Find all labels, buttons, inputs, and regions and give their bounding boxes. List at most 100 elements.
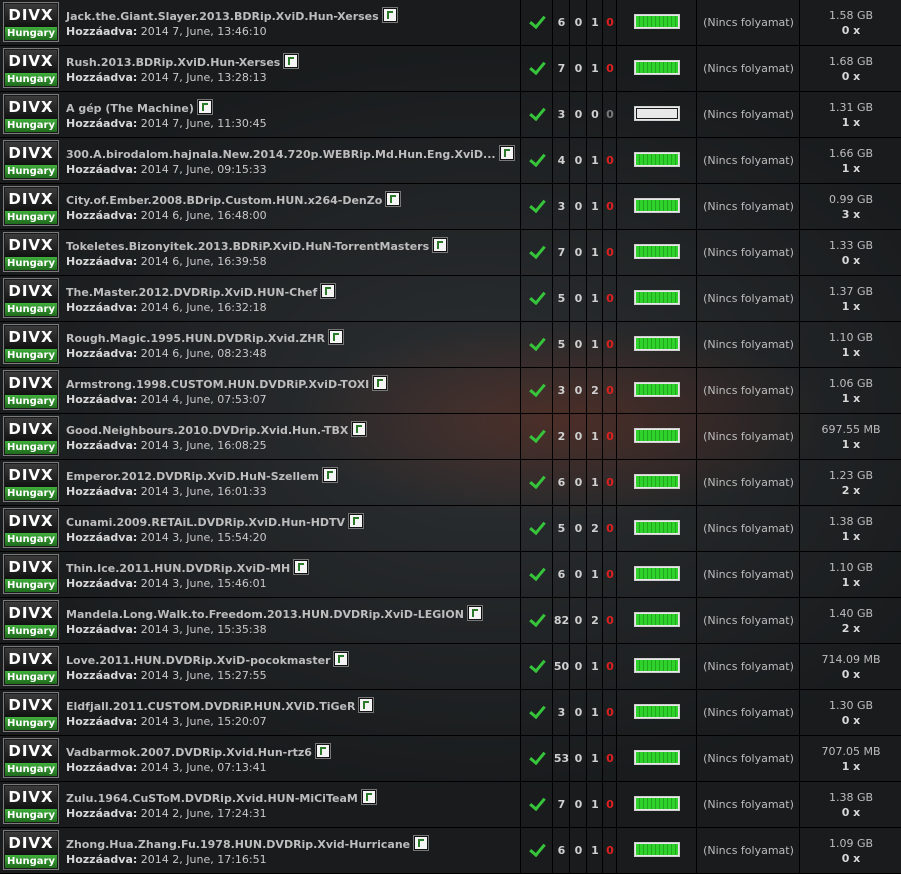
seeders-count[interactable]: 7 [553, 62, 570, 75]
nfo-icon[interactable] [321, 467, 338, 483]
seeders-count[interactable]: 82 [553, 614, 570, 627]
torrent-title-link[interactable]: City.of.Ember.2008.BDrip.Custom.HUN.x264… [66, 194, 382, 207]
nfo-icon[interactable] [333, 651, 350, 667]
completed-count[interactable]: 1 [587, 568, 603, 581]
nfo-icon[interactable] [293, 559, 310, 575]
category-divx-hungary-icon[interactable]: DIVX Hungary [3, 600, 59, 640]
completed-count[interactable]: 1 [587, 476, 603, 489]
completed-count[interactable]: 0 [587, 108, 603, 121]
torrent-title-link[interactable]: Jack.the.Giant.Slayer.2013.BDRip.XviD.Hu… [66, 10, 379, 23]
category-divx-hungary-icon[interactable]: DIVX Hungary [3, 416, 59, 456]
category-divx-hungary-icon[interactable]: DIVX Hungary [3, 370, 59, 410]
seeders-count[interactable]: 6 [553, 16, 570, 29]
category-divx-hungary-icon[interactable]: DIVX Hungary [3, 324, 59, 364]
seeders-count[interactable]: 6 [553, 568, 570, 581]
seeders-count[interactable]: 4 [553, 154, 570, 167]
category-divx-hungary-icon[interactable]: DIVX Hungary [3, 554, 59, 594]
completed-count[interactable]: 2 [587, 522, 603, 535]
torrent-title-link[interactable]: 300.A.birodalom.hajnala.New.2014.720p.WE… [66, 148, 496, 161]
nfo-icon[interactable] [385, 191, 402, 207]
seeders-count[interactable]: 2 [553, 430, 570, 443]
seeders-count[interactable]: 5 [553, 522, 570, 535]
completed-count[interactable]: 1 [587, 246, 603, 259]
nfo-icon[interactable] [314, 743, 331, 759]
nfo-icon[interactable] [351, 421, 368, 437]
torrent-title-link[interactable]: Love.2011.HUN.DVDRip.XviD-pocokmaster [66, 654, 330, 667]
leechers-count[interactable]: 0 [570, 614, 587, 627]
completed-count[interactable]: 1 [587, 62, 603, 75]
category-divx-hungary-icon[interactable]: DIVX Hungary [3, 784, 59, 824]
category-divx-hungary-icon[interactable]: DIVX Hungary [3, 462, 59, 502]
torrent-title-link[interactable]: Zhong.Hua.Zhang.Fu.1978.HUN.DVDRip.Xvid-… [66, 838, 410, 851]
completed-count[interactable]: 1 [587, 16, 603, 29]
nfo-icon[interactable] [498, 145, 515, 161]
nfo-icon[interactable] [466, 605, 483, 621]
seeders-count[interactable]: 7 [553, 246, 570, 259]
torrent-title-link[interactable]: Eldfjall.2011.CUSTOM.DVDRiP.HUN.XViD.TiG… [66, 700, 355, 713]
category-divx-hungary-icon[interactable]: DIVX Hungary [3, 48, 59, 88]
category-divx-hungary-icon[interactable]: DIVX Hungary [3, 508, 59, 548]
seeders-count[interactable]: 3 [553, 706, 570, 719]
torrent-title-link[interactable]: Cunami.2009.RETAiL.DVDRip.XviD.Hun-HDTV [66, 516, 345, 529]
nfo-icon[interactable] [432, 237, 449, 253]
seeders-count[interactable]: 53 [553, 752, 570, 765]
category-divx-hungary-icon[interactable]: DIVX Hungary [3, 830, 59, 870]
category-divx-hungary-icon[interactable]: DIVX Hungary [3, 186, 59, 226]
seeders-count[interactable]: 7 [553, 798, 570, 811]
leechers-count[interactable]: 0 [570, 430, 587, 443]
torrent-title-link[interactable]: Rush.2013.BDRip.XviD.Hun-Xerses [66, 56, 280, 69]
torrent-title-link[interactable]: Thin.Ice.2011.HUN.DVDRip.XviD-MH [66, 562, 290, 575]
seeders-count[interactable]: 5 [553, 292, 570, 305]
seeders-count[interactable]: 6 [553, 476, 570, 489]
leechers-count[interactable]: 0 [570, 798, 587, 811]
nfo-icon[interactable] [358, 697, 375, 713]
category-divx-hungary-icon[interactable]: DIVX Hungary [3, 232, 59, 272]
leechers-count[interactable]: 0 [570, 844, 587, 857]
completed-count[interactable]: 1 [587, 338, 603, 351]
leechers-count[interactable]: 0 [570, 568, 587, 581]
leechers-count[interactable]: 0 [570, 338, 587, 351]
torrent-title-link[interactable]: Good.Neighbours.2010.DVDrip.Xvid.Hun.-TB… [66, 424, 348, 437]
leechers-count[interactable]: 0 [570, 752, 587, 765]
leechers-count[interactable]: 0 [570, 660, 587, 673]
category-divx-hungary-icon[interactable]: DIVX Hungary [3, 2, 59, 42]
seeders-count[interactable]: 5 [553, 338, 570, 351]
torrent-title-link[interactable]: Tokeletes.Bizonyitek.2013.BDRiP.XviD.HuN… [66, 240, 429, 253]
leechers-count[interactable]: 0 [570, 706, 587, 719]
leechers-count[interactable]: 0 [570, 246, 587, 259]
nfo-icon[interactable] [381, 7, 398, 23]
nfo-icon[interactable] [348, 513, 365, 529]
category-divx-hungary-icon[interactable]: DIVX Hungary [3, 692, 59, 732]
nfo-icon[interactable] [413, 835, 430, 851]
completed-count[interactable]: 2 [587, 384, 603, 397]
nfo-icon[interactable] [372, 375, 389, 391]
completed-count[interactable]: 2 [587, 614, 603, 627]
torrent-title-link[interactable]: Emperor.2012.DVDRip.XviD.HuN-Szellem [66, 470, 319, 483]
completed-count[interactable]: 1 [587, 430, 603, 443]
completed-count[interactable]: 1 [587, 706, 603, 719]
leechers-count[interactable]: 0 [570, 384, 587, 397]
leechers-count[interactable]: 0 [570, 522, 587, 535]
leechers-count[interactable]: 0 [570, 16, 587, 29]
leechers-count[interactable]: 0 [570, 154, 587, 167]
completed-count[interactable]: 1 [587, 660, 603, 673]
torrent-title-link[interactable]: Mandela.Long.Walk.to.Freedom.2013.HUN.DV… [66, 608, 464, 621]
category-divx-hungary-icon[interactable]: DIVX Hungary [3, 140, 59, 180]
completed-count[interactable]: 1 [587, 798, 603, 811]
nfo-icon[interactable] [360, 789, 377, 805]
completed-count[interactable]: 1 [587, 292, 603, 305]
completed-count[interactable]: 1 [587, 844, 603, 857]
seeders-count[interactable]: 6 [553, 844, 570, 857]
torrent-title-link[interactable]: Vadbarmok.2007.DVDRip.Xvid.Hun-rtz6 [66, 746, 312, 759]
category-divx-hungary-icon[interactable]: DIVX Hungary [3, 94, 59, 134]
nfo-icon[interactable] [320, 283, 337, 299]
leechers-count[interactable]: 0 [570, 292, 587, 305]
torrent-title-link[interactable]: The.Master.2012.DVDRip.XviD.HUN-Chef [66, 286, 317, 299]
torrent-title-link[interactable]: Rough.Magic.1995.HUN.DVDRip.Xvid.ZHR [66, 332, 325, 345]
seeders-count[interactable]: 50 [553, 660, 570, 673]
leechers-count[interactable]: 0 [570, 476, 587, 489]
completed-count[interactable]: 1 [587, 200, 603, 213]
seeders-count[interactable]: 3 [553, 200, 570, 213]
torrent-title-link[interactable]: A gép (The Machine) [66, 102, 194, 115]
torrent-title-link[interactable]: Armstrong.1998.CUSTOM.HUN.DVDRiP.XviD-TO… [66, 378, 369, 391]
